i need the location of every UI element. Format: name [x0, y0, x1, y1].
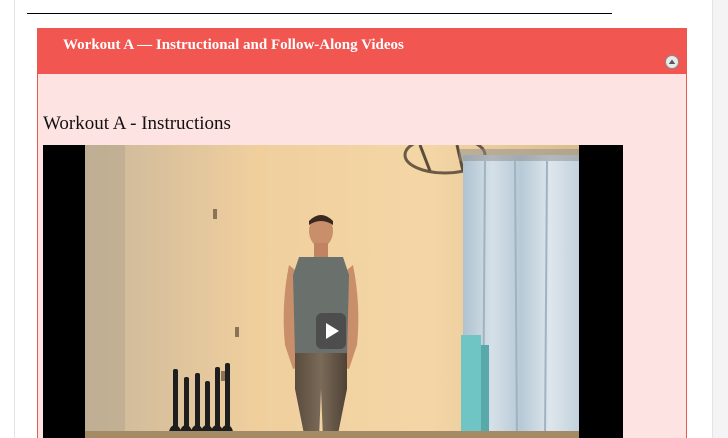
panel-title: Workout A — Instructional and Follow-Alo… — [63, 37, 404, 53]
video-thumbnail — [85, 145, 579, 438]
section-heading: Workout A - Instructions — [43, 113, 231, 134]
collapse-arrow-glyph — [668, 59, 676, 64]
collapse-up-icon[interactable] — [665, 55, 679, 69]
page-scrollbar-track[interactable] — [712, 0, 728, 438]
play-icon — [326, 323, 339, 339]
video-player[interactable] — [43, 145, 623, 438]
panel-header[interactable]: Workout A — Instructional and Follow-Alo… — [38, 29, 686, 74]
horizontal-divider — [27, 13, 612, 14]
page-left-margin — [0, 0, 15, 438]
play-button[interactable] — [316, 313, 346, 349]
video-scene-image — [85, 145, 579, 438]
workout-a-panel: Workout A — Instructional and Follow-Alo… — [37, 28, 687, 438]
